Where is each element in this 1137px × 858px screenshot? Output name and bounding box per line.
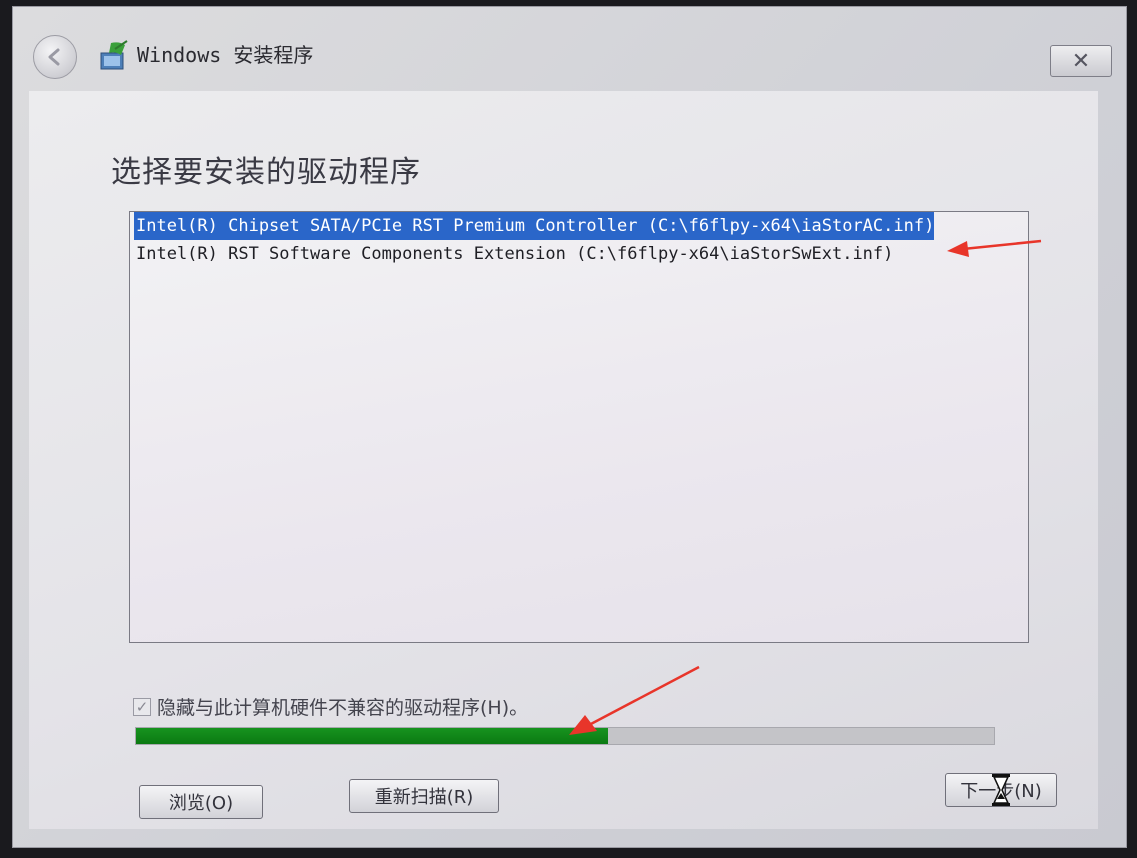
- close-button[interactable]: ✕: [1050, 45, 1112, 77]
- windows-setup-icon: [100, 40, 128, 70]
- page-title: 选择要安装的驱动程序: [111, 155, 421, 190]
- close-icon: ✕: [1071, 48, 1091, 74]
- back-arrow-icon: [48, 48, 60, 66]
- driver-list[interactable]: Intel(R) Chipset SATA/PCIe RST Premium C…: [129, 211, 1029, 643]
- progress-fill: [136, 728, 608, 744]
- setup-window: Windows 安装程序 ✕ 选择要安装的驱动程序 Intel(R) Chips…: [12, 6, 1127, 848]
- hourglass-cursor-icon: [992, 774, 1010, 806]
- list-row: Intel(R) RST Software Components Extensi…: [130, 240, 1028, 268]
- driver-item-rst-controller[interactable]: Intel(R) Chipset SATA/PCIe RST Premium C…: [134, 212, 935, 240]
- hide-incompatible-label: 隐藏与此计算机硬件不兼容的驱动程序(H)。: [157, 697, 529, 719]
- driver-item-rst-extension[interactable]: Intel(R) RST Software Components Extensi…: [134, 240, 893, 268]
- hide-incompatible-checkbox[interactable]: ✓: [133, 697, 151, 716]
- list-row: Intel(R) Chipset SATA/PCIe RST Premium C…: [130, 212, 1028, 240]
- back-button[interactable]: [33, 35, 77, 79]
- rescan-button[interactable]: 重新扫描(R): [349, 779, 499, 813]
- progress-bar: [135, 727, 995, 745]
- hide-incompatible-option[interactable]: ✓ 隐藏与此计算机硬件不兼容的驱动程序(H)。: [133, 693, 528, 720]
- title-bar: Windows 安装程序 ✕: [13, 7, 1126, 91]
- check-mark-icon: ✓: [135, 697, 149, 716]
- window-title: Windows 安装程序: [137, 43, 314, 67]
- browse-button[interactable]: 浏览(O): [139, 785, 263, 819]
- content-pane: 选择要安装的驱动程序 Intel(R) Chipset SATA/PCIe RS…: [29, 91, 1098, 829]
